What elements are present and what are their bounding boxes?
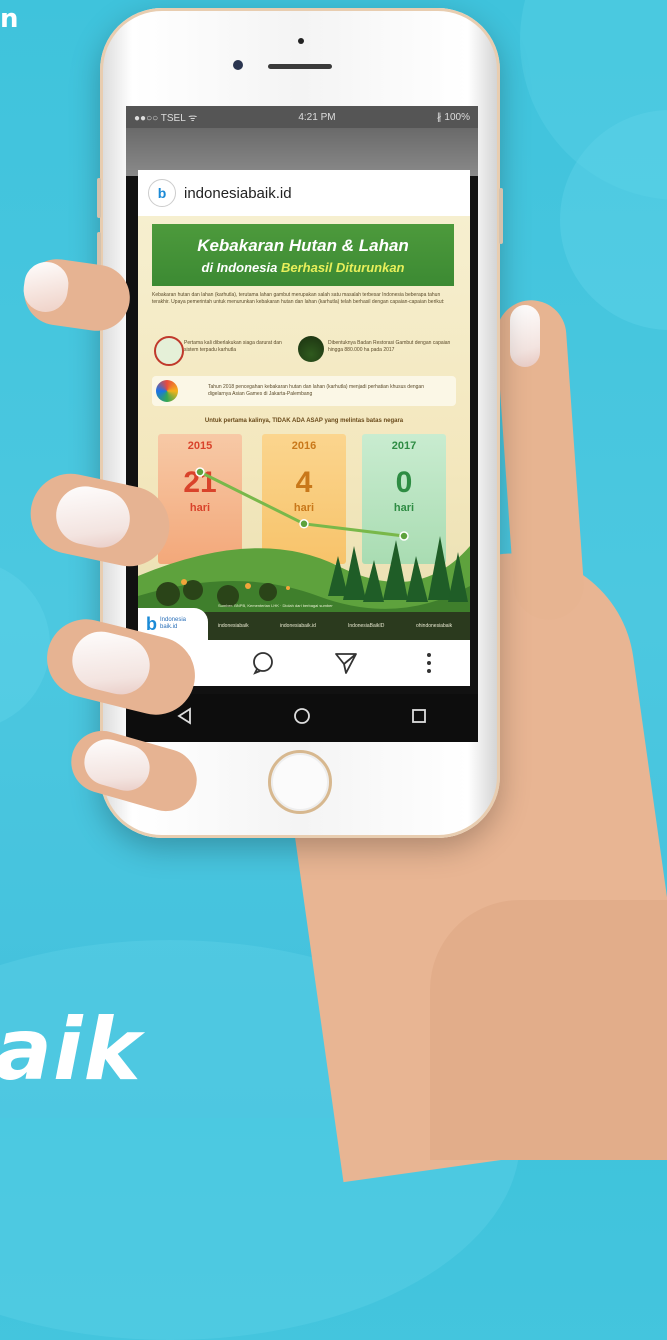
trend-point-2015 (195, 467, 205, 477)
blurred-app-header (126, 128, 478, 176)
footer-website-link: indonesiabaik.id (280, 623, 316, 629)
back-triangle-icon[interactable] (176, 706, 194, 730)
carrier-signal: ●●○○ TSEL ᯤ (134, 113, 198, 124)
send-icon[interactable] (334, 651, 358, 675)
front-camera (233, 60, 243, 70)
proximity-sensor (298, 38, 304, 44)
volume-button (97, 178, 101, 218)
source-note: Sumber: BNPB, Kementerian LHK · Diolah d… (218, 603, 333, 608)
earpiece-speaker (268, 64, 332, 69)
comment-icon[interactable] (251, 651, 275, 675)
status-time: 4:21 PM (298, 111, 336, 123)
infographic-title-box: Kebakaran Hutan & Lahan di Indonesia Ber… (152, 224, 454, 286)
fire-extinguisher-icon (154, 336, 184, 366)
infographic-subtitle: di Indonesia Berhasil Diturunkan (201, 260, 405, 275)
instagram-post[interactable]: b indonesiabaik.id Kebakaran Hutan & Lah… (138, 170, 470, 640)
avatar[interactable]: b (148, 179, 176, 207)
account-name[interactable]: indonesiabaik.id (184, 185, 292, 202)
home-button[interactable] (268, 750, 332, 814)
home-circle-icon[interactable] (293, 707, 311, 730)
footer-facebook-link: indonesiabaik (218, 623, 249, 629)
indonesiabaik-logo-text: Indonesia baik.id (160, 617, 187, 630)
footer-instagram-link: IndonesiaBaikID (348, 623, 385, 629)
brand-text-fragment-bottom: aik (0, 1000, 142, 1100)
background-blob (0, 560, 50, 730)
asian-games-logo-icon (156, 380, 178, 402)
asian-games-banner: Tahun 2018 pencegahan kebakaran hutan da… (152, 376, 456, 406)
footer-twitter-link: ohindonesiabaik (416, 623, 453, 629)
post-header: b indonesiabaik.id (138, 170, 470, 216)
peatland-icon (298, 336, 324, 362)
intro-paragraph: Kebakaran hutan dan lahan (karhutla), te… (152, 292, 445, 305)
hand-wrist (430, 900, 667, 1160)
games-text: Tahun 2018 pencegahan kebakaran hutan da… (208, 384, 424, 397)
brand-text-fragment-top: n (0, 4, 19, 34)
power-button (499, 188, 503, 244)
indonesiabaik-logo-icon: b (146, 614, 157, 634)
more-icon[interactable] (417, 651, 441, 675)
battery-status: ∦ 100% (436, 111, 470, 123)
fact-text: Dibentuknya Badan Restorasi Gambut denga… (328, 340, 451, 353)
recents-square-icon[interactable] (410, 707, 428, 730)
fact-text: Pertama kali diberlakukan siaga darurat … (184, 340, 282, 353)
thumb-nail (510, 305, 540, 367)
infographic-title: Kebakaran Hutan & Lahan (197, 236, 409, 255)
status-bar: ●●○○ TSEL ᯤ 4:21 PM ∦ 100% (126, 106, 478, 128)
infographic-image: Kebakaran Hutan & Lahan di Indonesia Ber… (138, 216, 470, 640)
